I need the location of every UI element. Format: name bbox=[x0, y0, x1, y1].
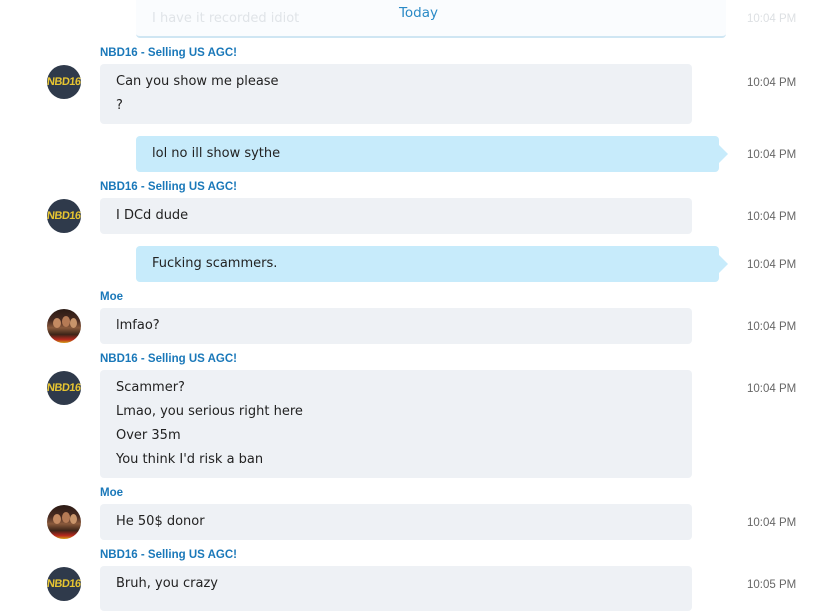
message-time: 10:04 PM bbox=[747, 259, 797, 271]
incoming-message[interactable]: Can you show me please ? bbox=[100, 64, 692, 124]
avatar-initials: NBD16 bbox=[47, 76, 81, 88]
incoming-message[interactable]: lmfao? bbox=[100, 308, 692, 344]
sender-name[interactable]: Moe bbox=[100, 291, 123, 303]
message-line: Fucking scammers. bbox=[152, 256, 278, 271]
sender-name[interactable]: NBD16 - Selling US AGC! bbox=[100, 47, 237, 59]
avatar[interactable]: NBD16 bbox=[47, 199, 81, 233]
message-time: 10:04 PM bbox=[747, 149, 797, 161]
message-line: lmfao? bbox=[116, 318, 160, 333]
message-line: Lmao, you serious right here bbox=[116, 404, 303, 419]
sender-name[interactable]: Moe bbox=[100, 487, 123, 499]
message-line: Over 35m bbox=[116, 428, 181, 443]
incoming-message[interactable]: He 50$ donor bbox=[100, 504, 692, 540]
message-line: Can you show me please bbox=[116, 74, 279, 89]
incoming-message[interactable]: I DCd dude bbox=[100, 198, 692, 234]
sender-name[interactable]: NBD16 - Selling US AGC! bbox=[100, 353, 237, 365]
message-time: 10:04 PM bbox=[747, 383, 797, 395]
avatar-initials: NBD16 bbox=[47, 578, 81, 590]
message-line: He 50$ donor bbox=[116, 514, 205, 529]
message-line: ? bbox=[116, 98, 123, 113]
avatar[interactable]: NBD16 bbox=[47, 567, 81, 601]
incoming-message[interactable]: Scammer? Lmao, you serious right here Ov… bbox=[100, 370, 692, 478]
message-line: Scammer? bbox=[116, 380, 185, 395]
incoming-message[interactable]: Bruh, you crazy bbox=[100, 566, 692, 611]
message-time: 10:04 PM bbox=[747, 321, 797, 333]
avatar[interactable] bbox=[47, 505, 81, 539]
date-divider: Today bbox=[398, 5, 439, 21]
avatar[interactable]: NBD16 bbox=[47, 65, 81, 99]
avatar[interactable]: NBD16 bbox=[47, 371, 81, 405]
partial-message-time: 10:04 PM bbox=[747, 13, 797, 25]
message-line: Bruh, you crazy bbox=[116, 576, 219, 591]
message-time: 10:04 PM bbox=[747, 211, 797, 223]
message-time: 10:04 PM bbox=[747, 517, 797, 529]
avatar[interactable] bbox=[47, 309, 81, 343]
avatar-initials: NBD16 bbox=[47, 210, 81, 222]
message-line: I DCd dude bbox=[116, 208, 189, 223]
message-time: 10:04 PM bbox=[747, 77, 797, 89]
avatar-initials: NBD16 bbox=[47, 382, 81, 394]
message-line: lol no ill show sythe bbox=[152, 146, 281, 161]
sender-name[interactable]: NBD16 - Selling US AGC! bbox=[100, 549, 237, 561]
outgoing-message[interactable]: Fucking scammers. bbox=[136, 246, 728, 282]
sender-name[interactable]: NBD16 - Selling US AGC! bbox=[100, 181, 237, 193]
outgoing-message[interactable]: lol no ill show sythe bbox=[136, 136, 728, 172]
message-time: 10:05 PM bbox=[747, 579, 797, 591]
message-line: You think I'd risk a ban bbox=[116, 452, 264, 467]
